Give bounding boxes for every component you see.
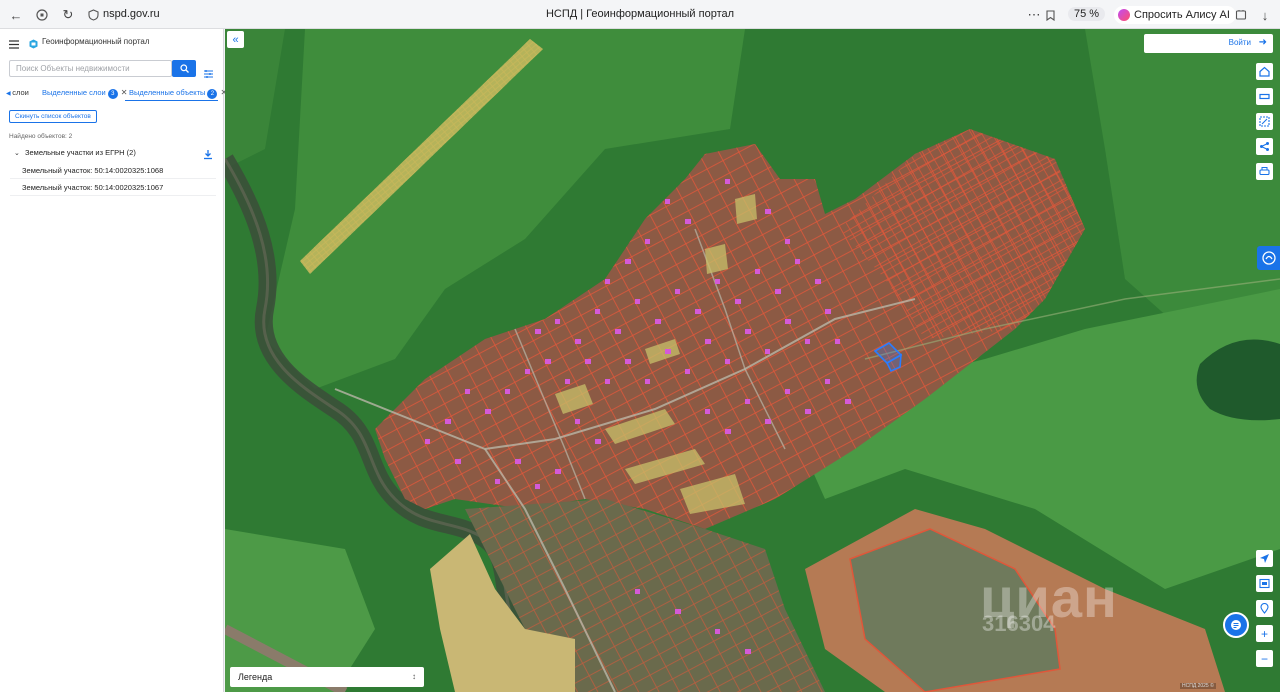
- extensions-icon[interactable]: [1232, 6, 1250, 24]
- selected-layers-count-badge: 3: [107, 89, 118, 99]
- home-button[interactable]: [1256, 63, 1273, 80]
- assistant-icon: [1261, 251, 1276, 265]
- basemap-icon: [1259, 578, 1270, 589]
- portal-title: Геоинформационный портал: [42, 37, 150, 46]
- security-icon[interactable]: [84, 6, 102, 24]
- select-area-button[interactable]: [1256, 113, 1273, 130]
- chat-icon: [1231, 620, 1241, 630]
- selected-objects-count-badge: 2: [207, 89, 218, 99]
- map-pin-icon: [1260, 603, 1269, 614]
- chevron-down-icon: ⌄: [14, 150, 20, 157]
- parcel-list-item[interactable]: Земельный участок: 50:14:0020325:1067: [10, 179, 216, 196]
- active-tab-indicator: [125, 100, 218, 101]
- back-icon[interactable]: ←: [7, 6, 25, 24]
- browser-toolbar: ← ↻ nspd.gov.ru НСПД | Геоинформационный…: [0, 0, 1280, 29]
- zoom-in-button[interactable]: +: [1256, 625, 1273, 642]
- login-button[interactable]: Войти ➜: [1144, 34, 1273, 53]
- zoom-out-button[interactable]: −: [1256, 650, 1273, 667]
- zoom-level[interactable]: 75 %: [1068, 7, 1106, 21]
- tab-selected-layers-label: Выделенные слои: [42, 88, 106, 97]
- close-icon[interactable]: ✕: [121, 88, 128, 97]
- copyright: НСПД 2025 ©: [1180, 683, 1216, 689]
- search-icon: [179, 64, 189, 73]
- satellite-map[interactable]: [225, 29, 1280, 692]
- search-button[interactable]: [172, 60, 196, 77]
- collapse-sidebar-button[interactable]: «: [227, 31, 244, 48]
- tabs-row: ◀ слои Выделенные слои 3 ✕ Выделенные объе…: [0, 85, 227, 102]
- print-icon: [1259, 167, 1270, 176]
- locate-button[interactable]: [1256, 550, 1273, 567]
- legend-select[interactable]: Легенда ↕: [230, 667, 424, 687]
- filter-icon[interactable]: [204, 65, 213, 78]
- parcels-group-header[interactable]: ⌄ Земельные участки из ЕГРН (2): [14, 148, 136, 157]
- download-icon[interactable]: [203, 147, 213, 160]
- home-icon: [1259, 66, 1270, 77]
- tab-selected-objects[interactable]: Выделенные объекты 2 ✕: [129, 88, 227, 99]
- sidebar: Геоинформационный портал ◀ слои Выделенн…: [0, 29, 227, 692]
- pin-button[interactable]: [1256, 600, 1273, 617]
- login-icon: ➜: [1258, 37, 1267, 48]
- map-view[interactable]: циан 316304 « Войти ➜ + − Легенда ↕ НСПД…: [225, 29, 1280, 692]
- search-input[interactable]: [9, 60, 172, 77]
- navigation-icon: [1260, 554, 1269, 563]
- select-area-icon: [1259, 116, 1270, 127]
- portal-logo-icon: [29, 36, 38, 49]
- bookmark-icon[interactable]: [1041, 6, 1059, 24]
- found-count: Найдено объектов: 2: [9, 133, 73, 140]
- shield-icon[interactable]: [33, 6, 51, 24]
- login-label: Войти: [1228, 38, 1251, 47]
- tab-selected-objects-label: Выделенные объекты: [129, 88, 206, 97]
- parcels-group-label: Земельные участки из ЕГРН (2): [24, 148, 136, 157]
- ruler-icon: [1259, 93, 1270, 100]
- print-button[interactable]: [1256, 163, 1273, 180]
- reload-icon[interactable]: ↻: [59, 6, 77, 24]
- alice-button[interactable]: Спросить Алису AI: [1114, 6, 1236, 24]
- updown-icon: ↕: [412, 672, 416, 681]
- share-icon: [1260, 142, 1269, 151]
- tab-layers[interactable]: ◀ слои: [6, 88, 29, 97]
- tab-layers-label: слои: [12, 88, 29, 97]
- assistant-tab-button[interactable]: [1257, 246, 1280, 270]
- menu-icon[interactable]: [9, 36, 19, 49]
- downloads-icon[interactable]: ↓: [1256, 6, 1274, 24]
- chat-button[interactable]: [1223, 612, 1249, 638]
- reset-objects-button[interactable]: Скинуть список объектов: [9, 110, 97, 123]
- parcel-list-item[interactable]: Земельный участок: 50:14:0020325:1068: [10, 162, 216, 179]
- share-button[interactable]: [1256, 138, 1273, 155]
- legend-label: Легенда: [238, 672, 273, 682]
- tab-selected-layers[interactable]: Выделенные слои 3 ✕: [42, 88, 127, 99]
- address-bar-url[interactable]: nspd.gov.ru: [103, 8, 160, 20]
- layers-button[interactable]: [1256, 88, 1273, 105]
- basemap-button[interactable]: [1256, 575, 1273, 592]
